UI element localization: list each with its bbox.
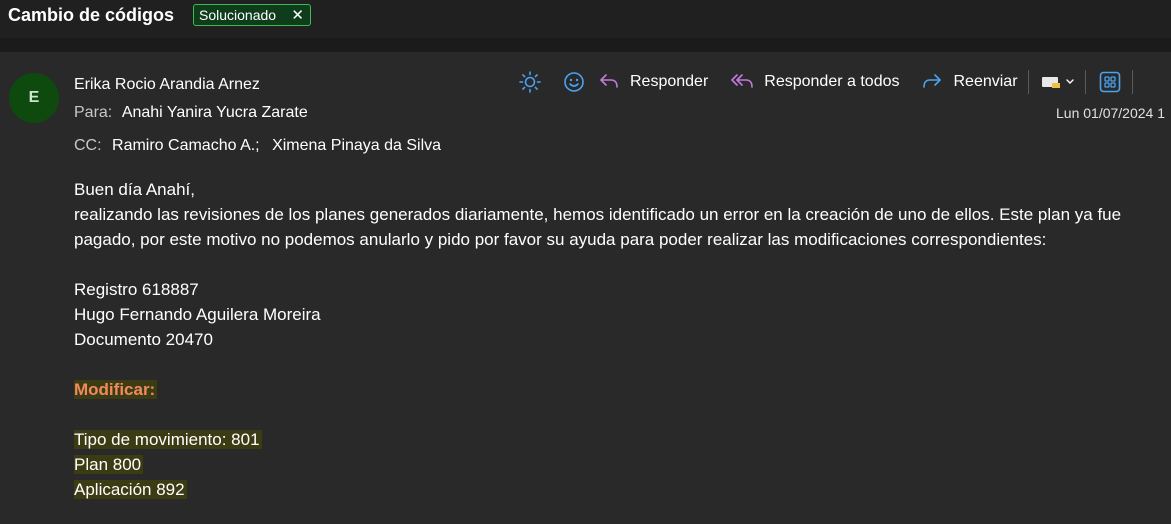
modificar-heading: Modificar:: [74, 380, 158, 399]
divider-band: [0, 38, 1171, 52]
documento: Documento 20470: [74, 330, 213, 349]
tag-close-icon[interactable]: ✕: [291, 8, 304, 23]
cc-line: CC: Ramiro Camacho A.; Ximena Pinaya da …: [74, 137, 449, 155]
tag-dropdown-icon[interactable]: [1039, 68, 1079, 96]
smiley-icon[interactable]: [560, 68, 588, 96]
reply-all-button[interactable]: Responder a todos: [730, 68, 899, 96]
to-label: Para:: [74, 104, 113, 121]
toolbar-separator: [1131, 70, 1133, 94]
email-subject: Cambio de códigos: [8, 5, 175, 25]
reply-all-label: Responder a todos: [764, 73, 900, 90]
cc-recipient[interactable]: Ramiro Camacho A.;: [112, 137, 260, 154]
toolbar-separator: [1027, 70, 1029, 94]
reply-label: Responder: [630, 73, 709, 90]
subject-bar: Cambio de códigos Solucionado ✕: [0, 0, 1171, 38]
message-date: Lun 01/07/2024 1: [1056, 105, 1165, 121]
message-body: Buen día Anahí, realizando las revisione…: [74, 177, 1164, 502]
forward-label: Reenviar: [953, 73, 1018, 90]
sender-name[interactable]: Erika Rocio Arandia Arnez: [74, 76, 260, 94]
forward-icon: [923, 74, 942, 88]
plan: Plan 800: [74, 455, 144, 474]
reply-icon: [600, 74, 618, 88]
category-tag[interactable]: Solucionado ✕: [193, 4, 311, 26]
avatar[interactable]: E: [9, 73, 59, 123]
category-tag-label: Solucionado: [199, 7, 277, 23]
message-toolbar: Responder Responder a todos Reenviar: [516, 68, 1133, 96]
cc-recipient[interactable]: Ximena Pinaya da Silva: [272, 137, 441, 154]
client-name: Hugo Fernando Aguilera Moreira: [74, 305, 321, 324]
reply-all-icon: [731, 74, 754, 88]
aplicacion: Aplicación 892: [74, 480, 187, 499]
cc-label: CC:: [74, 137, 102, 154]
forward-button[interactable]: Reenviar: [921, 68, 1018, 96]
sun-icon[interactable]: [516, 68, 544, 96]
registro: Registro 618887: [74, 280, 199, 299]
reply-button[interactable]: Responder: [598, 68, 708, 96]
apps-icon[interactable]: [1096, 68, 1124, 96]
body-paragraph: realizando las revisiones de los planes …: [74, 205, 1122, 249]
greeting: Buen día Anahí,: [74, 180, 195, 199]
to-line: Para: Anahi Yanira Yucra Zarate: [74, 104, 316, 122]
tipo-movimiento: Tipo de movimiento: 801: [74, 430, 262, 449]
toolbar-separator: [1084, 70, 1086, 94]
recipient[interactable]: Anahi Yanira Yucra Zarate: [122, 104, 308, 121]
